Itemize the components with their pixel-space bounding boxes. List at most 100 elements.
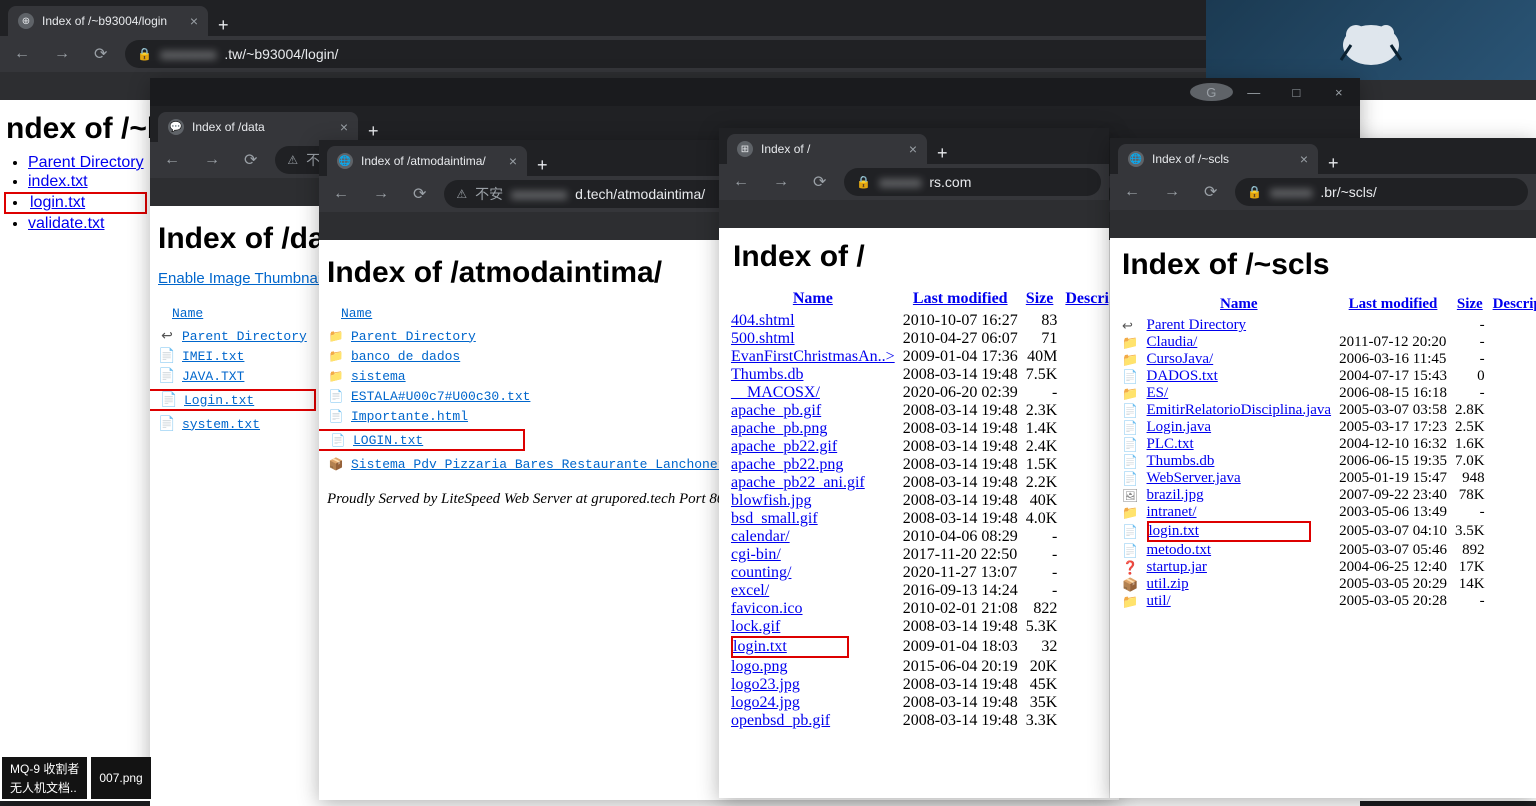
file-link[interactable]: Parent Directory	[351, 329, 476, 344]
file-link[interactable]: IMEI.txt	[182, 349, 244, 364]
tab[interactable]: ⊞ Index of / ×	[727, 134, 927, 164]
file-link[interactable]: Parent Directory	[1147, 317, 1247, 333]
tab[interactable]: 🌐 Index of /~scls ×	[1118, 144, 1318, 174]
reload-icon[interactable]: ⟳	[407, 180, 432, 208]
file-link[interactable]: system.txt	[182, 417, 260, 432]
forward-icon[interactable]: →	[1158, 179, 1186, 205]
file-link[interactable]: 500.shtml	[731, 330, 795, 347]
col-modified[interactable]: Last modified	[1349, 296, 1438, 312]
new-tab-button[interactable]: +	[927, 143, 958, 164]
file-link[interactable]: login.txt	[30, 194, 85, 211]
file-link[interactable]: sistema	[351, 369, 406, 384]
file-link[interactable]: __MACOSX/	[731, 384, 820, 401]
minimize-button[interactable]: —	[1233, 85, 1276, 100]
file-link[interactable]: WebServer.java	[1147, 470, 1241, 486]
file-link[interactable]: excel/	[731, 582, 769, 599]
file-link[interactable]: blowfish.jpg	[731, 492, 811, 509]
file-link[interactable]: Parent Directory	[182, 329, 307, 344]
file-link[interactable]: Thumbs.db	[1147, 453, 1215, 469]
close-button[interactable]: ×	[1318, 85, 1361, 100]
file-link[interactable]: EmitirRelatorioDisciplina.java	[1147, 402, 1332, 418]
close-icon[interactable]: ×	[190, 13, 198, 29]
new-tab-button[interactable]: +	[527, 155, 558, 176]
file-link[interactable]: startup.jar	[1147, 559, 1207, 575]
file-link[interactable]: openbsd_pb.gif	[731, 712, 830, 729]
file-link[interactable]: apache_pb22.gif	[731, 438, 837, 455]
reload-icon[interactable]: ⟳	[88, 40, 113, 68]
new-tab-button[interactable]: +	[208, 15, 239, 36]
tab[interactable]: ⊕ Index of /~b93004/login ×	[8, 6, 208, 36]
close-icon[interactable]: ×	[1300, 151, 1308, 167]
file-link[interactable]: ES/	[1147, 385, 1169, 401]
tab[interactable]: 🌐 Index of /atmodaintima/ ×	[327, 146, 527, 176]
forward-icon[interactable]: →	[767, 169, 795, 195]
file-link[interactable]: util/	[1147, 593, 1171, 609]
col-size[interactable]: Size	[1457, 296, 1483, 312]
col-modified[interactable]: Last modified	[913, 290, 1008, 307]
profile-icon[interactable]: G	[1190, 83, 1233, 101]
close-icon[interactable]: ×	[509, 153, 517, 169]
forward-icon[interactable]: →	[367, 181, 395, 207]
file-link[interactable]: apache_pb.gif	[731, 402, 821, 419]
file-link[interactable]: index.txt	[28, 173, 88, 190]
file-link[interactable]: Thumbs.db	[731, 366, 803, 383]
file-link[interactable]: JAVA.TXT	[182, 369, 244, 384]
file-link[interactable]: ESTALA#U00c7#U00c30.txt	[351, 389, 530, 404]
file-link[interactable]: counting/	[731, 564, 791, 581]
omnibox[interactable]: 🔒 xxxxxx rs.com	[844, 168, 1101, 196]
file-link[interactable]: util.zip	[1147, 576, 1189, 592]
forward-icon[interactable]: →	[198, 147, 226, 173]
col-desc[interactable]: Description	[1065, 290, 1109, 307]
file-link[interactable]: apache_pb22_ani.gif	[731, 474, 865, 491]
file-link[interactable]: DADOS.txt	[1147, 368, 1218, 384]
file-link[interactable]: cgi-bin/	[731, 546, 781, 563]
file-link[interactable]: lock.gif	[731, 618, 780, 635]
close-icon[interactable]: ×	[340, 119, 348, 135]
file-link[interactable]: login.txt	[1149, 523, 1199, 539]
file-link[interactable]: PLC.txt	[1147, 436, 1194, 452]
file-link[interactable]: logo24.jpg	[731, 694, 800, 711]
file-link[interactable]: login.txt	[733, 638, 787, 655]
col-name[interactable]: Name	[1220, 296, 1258, 312]
col-size[interactable]: Size	[1026, 290, 1054, 307]
back-icon[interactable]: ←	[8, 41, 36, 67]
file-link[interactable]: metodo.txt	[1147, 542, 1212, 558]
reload-icon[interactable]: ⟳	[1198, 178, 1223, 206]
file-link[interactable]: LOGIN.txt	[353, 433, 423, 448]
enable-thumbnails-link[interactable]: Enable Image Thumbnails	[158, 270, 332, 287]
file-link[interactable]: Login.java	[1147, 419, 1212, 435]
maximize-button[interactable]: □	[1275, 85, 1318, 100]
file-link[interactable]: Parent Directory	[28, 154, 144, 171]
file-link[interactable]: CursoJava/	[1147, 351, 1214, 367]
file-link[interactable]: Claudia/	[1147, 334, 1198, 350]
file-link[interactable]: bsd_small.gif	[731, 510, 818, 527]
file-link[interactable]: validate.txt	[28, 215, 104, 232]
back-icon[interactable]: ←	[1118, 179, 1146, 205]
col-desc[interactable]: Description	[1493, 296, 1536, 312]
back-icon[interactable]: ←	[727, 169, 755, 195]
file-link[interactable]: EvanFirstChristmasAn..>	[731, 348, 895, 365]
taskbar-item[interactable]: 007.png	[91, 757, 150, 799]
omnibox[interactable]: 🔒 xxxxxx .br/~scls/	[1235, 178, 1528, 206]
file-link[interactable]: apache_pb22.png	[731, 456, 843, 473]
file-link[interactable]: brazil.jpg	[1147, 487, 1204, 503]
close-icon[interactable]: ×	[909, 141, 917, 157]
new-tab-button[interactable]: +	[1318, 153, 1349, 174]
file-link[interactable]: intranet/	[1147, 504, 1197, 520]
file-link[interactable]: logo.png	[731, 658, 787, 675]
tab[interactable]: 💬 Index of /data ×	[158, 112, 358, 142]
file-link[interactable]: Importante.html	[351, 409, 468, 424]
reload-icon[interactable]: ⟳	[807, 168, 832, 196]
file-link[interactable]: logo23.jpg	[731, 676, 800, 693]
file-link[interactable]: calendar/	[731, 528, 790, 545]
forward-icon[interactable]: →	[48, 41, 76, 67]
taskbar-item[interactable]: MQ-9 收割者 无人机文档..	[2, 757, 87, 799]
file-link[interactable]: banco_de_dados	[351, 349, 460, 364]
back-icon[interactable]: ←	[327, 181, 355, 207]
reload-icon[interactable]: ⟳	[238, 146, 263, 174]
file-link[interactable]: favicon.ico	[731, 600, 803, 617]
new-tab-button[interactable]: +	[358, 121, 389, 142]
file-link[interactable]: Login.txt	[184, 393, 254, 408]
file-link[interactable]: 404.shtml	[731, 312, 795, 329]
col-name[interactable]: Name	[793, 290, 833, 307]
